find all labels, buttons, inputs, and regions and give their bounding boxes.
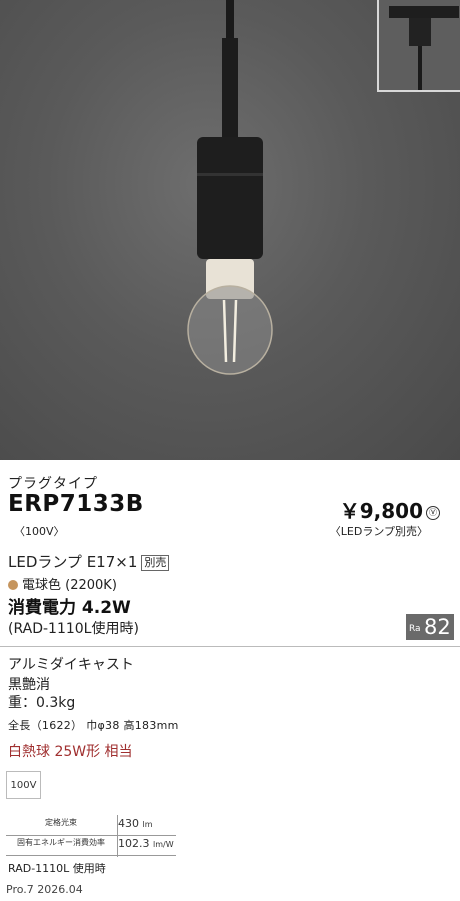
voltage-note: 〈100V〉 <box>14 525 65 538</box>
ra-label: Ra <box>409 624 421 634</box>
incandescent-equivalent: 白熱球 25W形 相当 <box>8 744 133 760</box>
rail-adapter-illustration <box>389 6 459 90</box>
color-dot-icon <box>8 580 18 590</box>
price-value: ￥9,800 <box>339 499 423 523</box>
voltage-box: 100V <box>6 771 41 799</box>
ceiling-rail-inset <box>377 0 460 92</box>
dimensions: 全長（1622） 巾φ38 高183mm <box>8 719 179 732</box>
finish-color: 黒艶消 <box>8 677 50 693</box>
ra-badge: Ra 82 <box>406 614 454 640</box>
rad-use-note: RAD-1110L 使用時 <box>8 862 106 875</box>
spec-label: 固有エネルギー消費効率 <box>17 838 105 847</box>
price-mark-icon: Ⓥ <box>426 505 440 520</box>
lamp-spec: LEDランプ E17×1 別売 <box>8 551 170 572</box>
price-note: 〈LEDランプ別売〉 <box>329 525 428 538</box>
ra-value: 82 <box>424 615 451 639</box>
material: アルミダイキャスト <box>8 657 134 673</box>
divider <box>0 646 460 647</box>
spec-value: 102.3 lm/W <box>118 837 174 850</box>
lamp-text: LEDランプ E17×1 <box>8 553 138 571</box>
spec-row-efficiency: 固有エネルギー消費効率 102.3 lm/W <box>6 837 176 856</box>
price: ￥9,800 Ⓥ <box>340 495 440 524</box>
pro-code: Pro.7 2026.04 <box>6 883 83 896</box>
color-temperature: 電球色 (2200K) <box>8 574 117 593</box>
spec-row-lumen: 定格光束 430 lm <box>6 817 176 836</box>
spec-divider <box>117 815 118 857</box>
power-note: (RAD-1110L使用時) <box>8 621 139 637</box>
power-consumption: 消費電力 4.2W <box>8 598 131 618</box>
model-number: ERP7133B <box>8 491 144 517</box>
product-category: プラグタイプ <box>8 476 98 492</box>
spec-value: 430 lm <box>118 817 153 830</box>
spec-label: 定格光束 <box>45 818 77 827</box>
weight: 重：0.3kg <box>8 695 76 711</box>
color-text: 電球色 (2200K) <box>22 578 117 593</box>
sold-separately-tag: 別売 <box>141 554 170 571</box>
